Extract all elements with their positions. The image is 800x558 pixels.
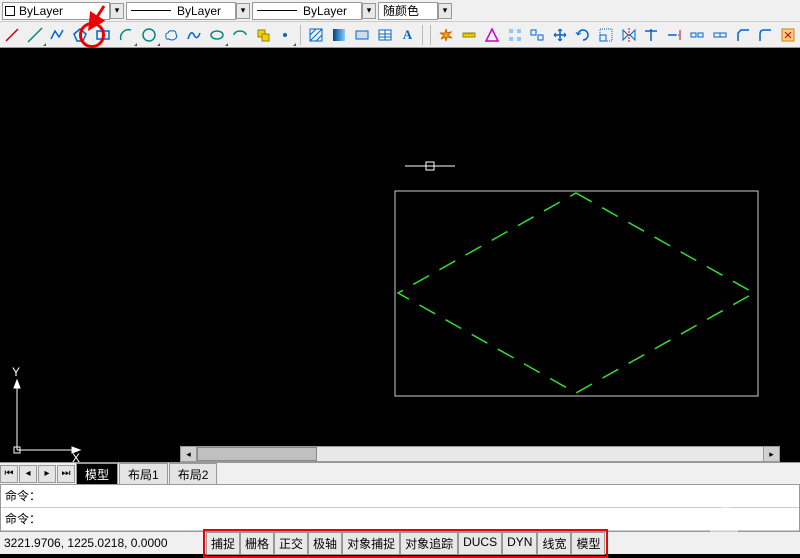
properties-toolbar: ByLayer ▾ ByLayer ▾ ByLayer ▾ 随颜色 ▾ — [0, 0, 800, 22]
align-tool[interactable] — [527, 25, 547, 45]
lineweight-select[interactable]: ByLayer ▾ — [252, 2, 376, 20]
chamfer-tool[interactable] — [733, 25, 753, 45]
scroll-thumb[interactable] — [197, 447, 317, 461]
move-tool[interactable] — [550, 25, 570, 45]
separator — [300, 25, 301, 45]
toggle-lwt[interactable]: 线宽 — [537, 532, 571, 555]
mtext-tool[interactable]: A — [398, 25, 418, 45]
linetype-select[interactable]: ByLayer ▾ — [126, 2, 250, 20]
break-tool[interactable] — [687, 25, 707, 45]
polyline-tool[interactable] — [48, 25, 68, 45]
divide-tool[interactable] — [482, 25, 502, 45]
watermark: 系统之家 — [710, 508, 792, 532]
separator — [422, 25, 423, 45]
toggle-otrack[interactable]: 对象追踪 — [400, 532, 458, 555]
point-tool[interactable] — [276, 25, 296, 45]
tab-last-icon[interactable]: ⏭ — [57, 465, 75, 483]
construction-line-tool[interactable] — [25, 25, 45, 45]
array-tool[interactable] — [505, 25, 525, 45]
fillet-tool[interactable] — [755, 25, 775, 45]
layer-name: ByLayer — [19, 4, 63, 18]
command-history-line: 命令： — [1, 485, 799, 508]
tab-next-icon[interactable]: ▸ — [38, 465, 56, 483]
layout-tabs: ⏮ ◂ ▸ ⏭ 模型 布局1 布局2 — [0, 462, 800, 484]
toggle-ducs[interactable]: DUCS — [458, 532, 502, 555]
polygon-tool[interactable] — [70, 25, 90, 45]
toggle-ortho[interactable]: 正交 — [274, 532, 308, 555]
toggle-grid[interactable]: 栅格 — [240, 532, 274, 555]
status-bar: 3221.9706, 1225.0218, 0.0000 捕捉 栅格 正交 极轴… — [0, 532, 800, 554]
color-name: 随颜色 — [383, 2, 419, 19]
rotate-tool[interactable] — [573, 25, 593, 45]
tab-layout2[interactable]: 布局2 — [169, 463, 218, 485]
house-icon — [710, 508, 738, 532]
toggle-osnap[interactable]: 对象捕捉 — [342, 532, 400, 555]
scroll-right-icon[interactable]: ▸ — [763, 447, 779, 461]
lineweight-name: ByLayer — [303, 4, 347, 18]
layer-select[interactable]: ByLayer ▾ — [2, 2, 124, 20]
arc-tool[interactable] — [116, 25, 136, 45]
chevron-down-icon[interactable]: ▾ — [362, 3, 376, 19]
chevron-down-icon[interactable]: ▾ — [236, 3, 250, 19]
toggle-model[interactable]: 模型 — [571, 532, 605, 555]
separator — [430, 25, 431, 45]
trim-tool[interactable] — [641, 25, 661, 45]
ellipse-arc-tool[interactable] — [230, 25, 250, 45]
measure-tool[interactable] — [459, 25, 479, 45]
hatch-tool[interactable] — [306, 25, 326, 45]
status-toggles-group: 捕捉 栅格 正交 极轴 对象捕捉 对象追踪 DUCS DYN 线宽 模型 — [203, 529, 608, 558]
gradient-tool[interactable] — [329, 25, 349, 45]
toggle-snap[interactable]: 捕捉 — [206, 532, 240, 555]
rectangle-tool[interactable] — [93, 25, 113, 45]
chevron-down-icon[interactable]: ▾ — [438, 3, 452, 19]
scroll-left-icon[interactable]: ◂ — [181, 447, 197, 461]
toggle-polar[interactable]: 极轴 — [308, 532, 342, 555]
revcloud-tool[interactable] — [162, 25, 182, 45]
color-select[interactable]: 随颜色 ▾ — [378, 2, 452, 20]
drawing-canvas[interactable]: Y X — [0, 48, 800, 462]
table-tool[interactable] — [375, 25, 395, 45]
diamond-shape — [398, 193, 754, 393]
scale-tool[interactable] — [596, 25, 616, 45]
properties-tool[interactable] — [778, 25, 798, 45]
ucs-x-label: X — [72, 451, 80, 462]
explode-tool[interactable] — [436, 25, 456, 45]
command-window[interactable]: 命令： 命令： — [0, 484, 800, 532]
linetype-name: ByLayer — [177, 4, 221, 18]
extend-tool[interactable] — [664, 25, 684, 45]
region-tool[interactable] — [352, 25, 372, 45]
chevron-down-icon[interactable]: ▾ — [110, 3, 124, 19]
tab-model[interactable]: 模型 — [76, 463, 118, 485]
ellipse-tool[interactable] — [207, 25, 227, 45]
line-tool[interactable] — [2, 25, 22, 45]
spline-tool[interactable] — [184, 25, 204, 45]
insert-block-tool[interactable] — [253, 25, 273, 45]
tab-first-icon[interactable]: ⏮ — [0, 465, 18, 483]
toggle-dyn[interactable]: DYN — [502, 532, 537, 555]
scroll-track[interactable] — [197, 447, 763, 461]
coordinates-display: 3221.9706, 1225.0218, 0.0000 — [4, 536, 199, 550]
ucs-y-label: Y — [12, 365, 20, 379]
horizontal-scrollbar[interactable]: ◂ ▸ — [180, 446, 780, 462]
draw-toolbar: A — [0, 22, 800, 48]
bounding-rect — [395, 191, 758, 396]
circle-tool[interactable] — [139, 25, 159, 45]
join-tool[interactable] — [710, 25, 730, 45]
tab-layout1[interactable]: 布局1 — [119, 463, 168, 485]
mirror-tool[interactable] — [619, 25, 639, 45]
tab-prev-icon[interactable]: ◂ — [19, 465, 37, 483]
